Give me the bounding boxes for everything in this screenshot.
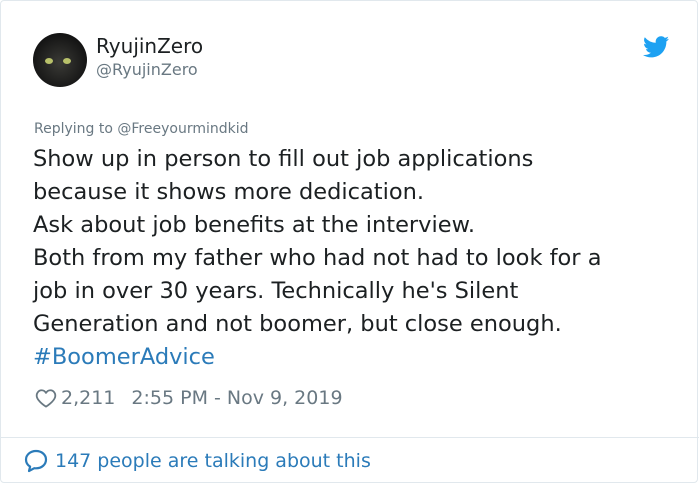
tweet-line: because it shows more dedication. — [33, 179, 425, 205]
tweet-meta: 2,211 2:55 PM - Nov 9, 2019 — [35, 385, 343, 411]
conversation-text: 147 people are talking about this — [55, 450, 371, 472]
tweet-line: Both from my father who had not had to l… — [33, 245, 602, 271]
twitter-bird-icon[interactable] — [643, 36, 669, 58]
reply-prefix: Replying to — [34, 121, 118, 137]
tweet-line: Ask about job benefits at the interview. — [33, 212, 476, 238]
tweet-line: Generation and not boomer, but close eno… — [33, 311, 562, 337]
heart-icon[interactable] — [35, 388, 57, 408]
tweet-card: RyujinZero @RyujinZero Replying to @Free… — [0, 0, 699, 483]
avatar[interactable] — [33, 33, 87, 87]
like-count[interactable]: 2,211 — [61, 387, 115, 409]
avatar-left-eye — [45, 58, 53, 64]
tweet-text: Show up in person to fill out job applic… — [33, 143, 673, 374]
tweet-line: job in over 30 years. Technically he's S… — [33, 278, 519, 304]
avatar-right-eye — [63, 58, 71, 64]
hashtag-link[interactable]: #BoomerAdvice — [33, 341, 673, 374]
footer-divider — [1, 437, 699, 438]
display-name[interactable]: RyujinZero — [96, 34, 203, 58]
conversation-link[interactable]: 147 people are talking about this — [23, 448, 371, 474]
reply-context: Replying to @Freeyourmindkid — [34, 121, 249, 137]
user-handle[interactable]: @RyujinZero — [96, 60, 198, 79]
timestamp-link[interactable]: 2:55 PM - Nov 9, 2019 — [131, 387, 342, 409]
tweet-line: Show up in person to fill out job applic… — [33, 146, 534, 172]
reply-mention-link[interactable]: @Freeyourmindkid — [117, 121, 248, 137]
speech-bubble-icon — [24, 449, 48, 473]
